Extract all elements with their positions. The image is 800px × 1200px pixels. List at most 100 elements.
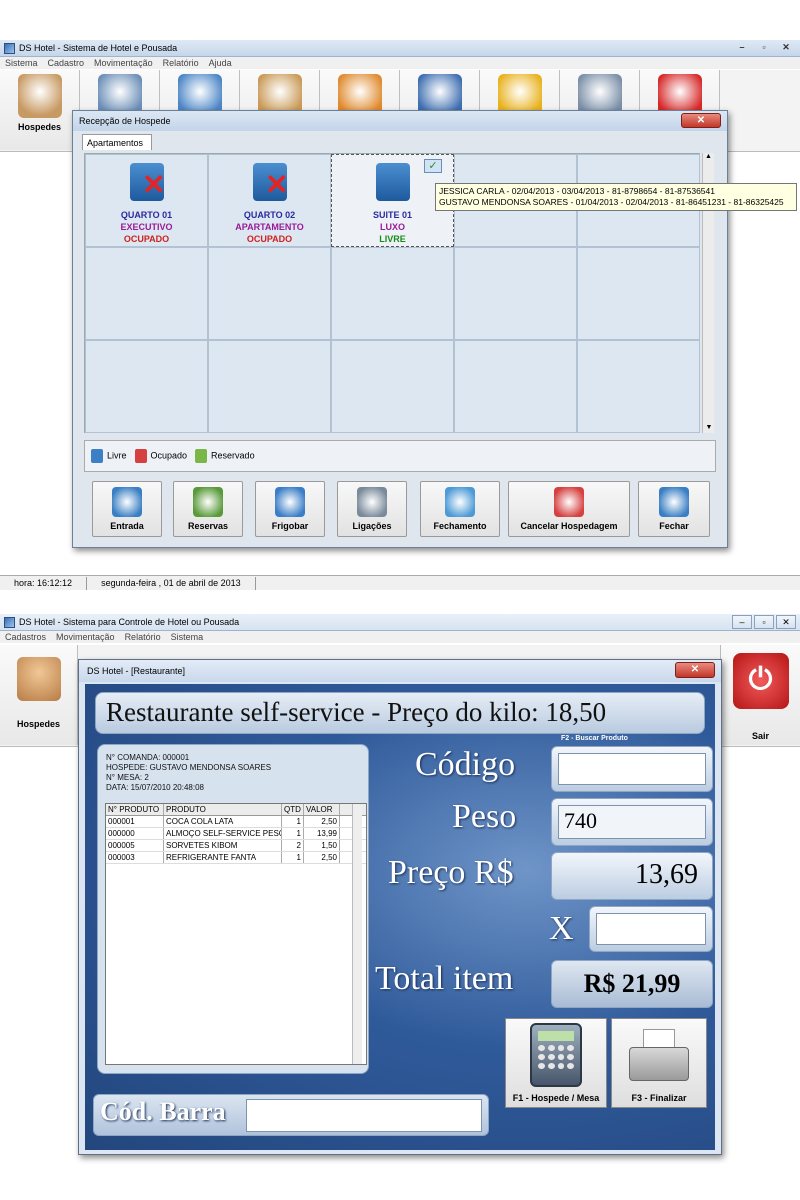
action-button-2[interactable]: Reservas [173,481,243,537]
action-button-5[interactable]: Fechamento [420,481,500,537]
room-cell[interactable] [85,247,208,340]
toolbar-hospedes-button[interactable]: Hospedes [0,645,78,745]
restaurant-title: DS Hotel - [Restaurante] [87,666,186,676]
room-cell[interactable] [331,340,454,433]
action-button-7[interactable]: Fechar [638,481,710,537]
action-icon [357,487,387,517]
top-statusbar: hora: 16:12:12 segunda-feira , 01 de abr… [0,575,800,590]
table-row[interactable]: 000003 REFRIGERANTE FANTA 1 2,50 [106,852,366,864]
menu-movimentacao[interactable]: Movimentação [56,632,115,642]
bottom-menubar: Cadastros Movimentação Relatório Sistema [0,631,800,643]
f1-hospede-mesa-button[interactable]: F1 - Hospede / Mesa [505,1018,607,1108]
menu-relatorio[interactable]: Relatório [163,58,199,68]
table-cell: 1 [282,828,304,839]
minimize-icon[interactable]: – [732,615,752,629]
room-cell[interactable] [85,340,208,433]
dialog-close-button[interactable]: ✕ [681,113,721,128]
peso-box: 740 [551,798,713,846]
room-cell[interactable] [454,247,577,340]
red-x-icon: ✕ [142,169,166,200]
action-button-3[interactable]: Frigobar [255,481,325,537]
minimize-icon[interactable]: – [732,41,752,55]
column-header[interactable]: QTD [282,804,304,815]
scroll-down-icon[interactable]: ▼ [703,424,715,431]
peso-input[interactable]: 740 [558,805,706,839]
scroll-up-icon[interactable]: ▲ [703,153,714,160]
menu-cadastro[interactable]: Cadastro [48,58,85,68]
toolbar-button-1[interactable]: Hospedes [0,70,80,150]
room-label: SUITE 01 LUXO LIVRE [332,209,453,245]
maximize-icon[interactable]: ▫ [754,615,774,629]
legend-ocupado-label: Ocupado [150,450,188,461]
action-button-label: Ligações [352,521,392,531]
room-cell[interactable]: ✕ QUARTO 02 APARTAMENTO OCUPADO [208,154,331,247]
table-row[interactable]: 000000 ALMOÇO SELF-SERVICE PESO 1 13,99 [106,828,366,840]
table-row[interactable]: 000005 SORVETES KIBOM 2 1,50 [106,840,366,852]
menu-relatorio[interactable]: Relatório [125,632,161,642]
room-label: QUARTO 01 EXECUTIVO OCUPADO [86,209,207,245]
total-item-value: R$ 21,99 [551,960,713,1008]
legend-livre-label: Livre [107,450,127,461]
preco-value: 13,69 [551,852,713,900]
status-date: segunda-feira , 01 de abril de 2013 [87,576,256,590]
room-cell[interactable] [331,247,454,340]
table-cell: 2,50 [304,816,340,827]
close-icon[interactable]: ✕ [776,615,796,629]
menu-cadastros[interactable]: Cadastros [5,632,46,642]
order-hospede: HOSPEDE: GUSTAVO MENDONSA SOARES [106,763,272,772]
restaurant-close-button[interactable]: ✕ [675,662,715,678]
action-button-1[interactable]: Entrada [92,481,162,537]
menu-sistema[interactable]: Sistema [171,632,204,642]
action-icon [193,487,223,517]
action-icon [659,487,689,517]
guests-icon [17,74,62,118]
reception-dialog-title: Recepção de Hospede [79,116,171,126]
menu-ajuda[interactable]: Ajuda [209,58,232,68]
top-window-controls: – ▫ ✕ [732,41,796,55]
order-comanda: N° COMANDA: 000001 [106,753,190,762]
barcode-box: Cód. Barra [93,1094,489,1136]
room-status: LIVRE [379,234,406,244]
multiplier-input[interactable] [596,913,706,945]
room-cell[interactable]: ✕ QUARTO 01 EXECUTIVO OCUPADO [85,154,208,247]
room-cell[interactable] [208,340,331,433]
barcode-input[interactable] [246,1099,482,1132]
action-button-4[interactable]: Ligações [337,481,407,537]
room-cell[interactable] [577,340,700,433]
menu-movimentacao[interactable]: Movimentação [94,58,153,68]
f1-button-label: F1 - Hospede / Mesa [512,1093,600,1103]
table-cell: REFRIGERANTE FANTA [164,852,282,863]
action-icon [275,487,305,517]
menu-sistema[interactable]: Sistema [5,58,38,68]
red-x-icon: ✕ [265,169,289,200]
order-info: N° COMANDA: 000001 HOSPEDE: GUSTAVO MEND… [106,753,271,793]
tab-apartamentos[interactable]: Apartamentos [82,134,152,150]
printer-icon [629,1029,689,1085]
legend-reservado: Reservado [195,449,255,463]
room-cell[interactable] [208,247,331,340]
occupied-icon: ✕ [130,163,166,201]
maximize-icon[interactable]: ▫ [754,41,774,55]
reserved-icon [195,449,208,463]
order-table-scrollbar[interactable] [352,804,362,1064]
column-header[interactable]: VALOR [304,804,340,815]
room-cell[interactable] [577,247,700,340]
column-header[interactable]: PRODUTO [164,804,282,815]
occupied-icon [134,449,147,463]
column-header[interactable]: N° PRODUTO [106,804,164,815]
table-cell: COCA COLA LATA [164,816,282,827]
legend-livre: Livre [91,449,127,463]
order-data: DATA: 15/07/2010 20:48:08 [106,783,204,792]
total-item-label: Total item [375,960,514,997]
f3-finalizar-button[interactable]: F3 - Finalizar [611,1018,707,1108]
room-cell[interactable] [454,340,577,433]
close-icon[interactable]: ✕ [776,41,796,55]
codigo-input[interactable] [558,753,706,785]
toolbar-sair-button[interactable]: ⏻ Sair [720,645,800,745]
restaurant-banner: Restaurante self-service - Preço do kilo… [95,692,705,734]
table-row[interactable]: 000001 COCA COLA LATA 1 2,50 [106,816,366,828]
codigo-box [551,746,713,792]
action-button-6[interactable]: Cancelar Hospedagem [508,481,630,537]
reception-dialog-titlebar: Recepção de Hospede ✕ [73,111,727,131]
top-titlebar: DS Hotel - Sistema de Hotel e Pousada – … [0,40,800,57]
